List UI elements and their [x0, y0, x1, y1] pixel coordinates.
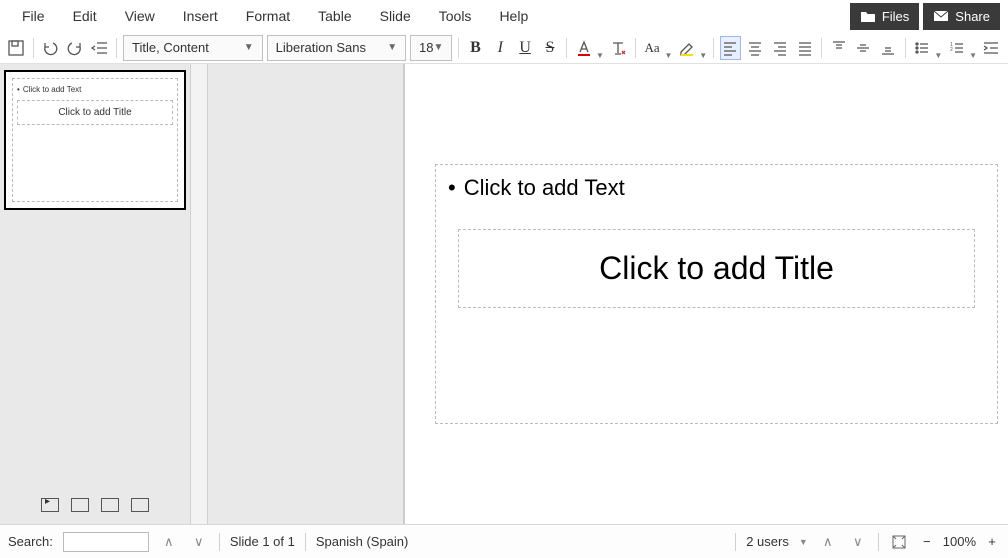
menu-format[interactable]: Format	[232, 2, 304, 30]
increase-indent-button[interactable]	[981, 36, 1002, 60]
normal-view-button[interactable]	[41, 498, 59, 512]
save-button[interactable]	[6, 36, 27, 60]
slide-canvas[interactable]: Click to add Text Click to add Title	[404, 64, 1008, 524]
share-button[interactable]: Share	[923, 3, 1000, 30]
user-prev-button[interactable]: ∧	[818, 532, 838, 552]
vertical-align-middle-button[interactable]	[853, 36, 874, 60]
chevron-down-icon[interactable]: ▼	[799, 537, 808, 547]
menu-edit[interactable]: Edit	[59, 2, 111, 30]
outline-view-button[interactable]	[71, 498, 89, 512]
content-placeholder-text: Click to add Text	[448, 175, 985, 201]
zoom-in-button[interactable]: +	[984, 534, 1000, 549]
menu-insert[interactable]: Insert	[169, 2, 232, 30]
envelope-icon	[933, 10, 949, 22]
bullet-list-button[interactable]	[912, 36, 933, 60]
font-color-button[interactable]	[573, 36, 594, 60]
chevron-down-icon[interactable]: ▼	[664, 51, 672, 63]
numbered-list-button[interactable]: 12	[946, 36, 967, 60]
chevron-down-icon[interactable]: ▼	[596, 51, 604, 63]
menu-view[interactable]: View	[111, 2, 169, 30]
bold-button[interactable]: B	[465, 36, 486, 60]
slide-thumbnail-panel: Click to add Text Click to add Title	[0, 64, 190, 524]
align-justify-button[interactable]	[795, 36, 816, 60]
align-left-button[interactable]	[720, 36, 741, 60]
zoom-level[interactable]: 100%	[943, 534, 976, 549]
highlight-color-button[interactable]	[676, 36, 697, 60]
redo-button[interactable]	[65, 36, 86, 60]
undo-button[interactable]	[40, 36, 61, 60]
menu-tools[interactable]: Tools	[425, 2, 486, 30]
slide-thumbnail-1[interactable]: Click to add Text Click to add Title	[4, 70, 186, 210]
user-next-button[interactable]: ∨	[848, 532, 868, 552]
title-placeholder[interactable]: Click to add Title	[458, 229, 975, 308]
svg-text:2: 2	[950, 47, 953, 53]
slide-counter: Slide 1 of 1	[230, 534, 295, 549]
menu-file[interactable]: File	[8, 2, 59, 30]
font-size-select[interactable]: 18 ▼	[410, 35, 452, 61]
document-language[interactable]: Spanish (Spain)	[316, 534, 409, 549]
search-next-button[interactable]: ∨	[189, 532, 209, 552]
decrease-indent-button[interactable]	[89, 36, 110, 60]
presentation-view-button[interactable]	[131, 498, 149, 512]
canvas-margin	[208, 64, 404, 524]
fit-slide-button[interactable]	[889, 532, 909, 552]
chevron-down-icon: ▼	[433, 42, 443, 53]
user-count[interactable]: 2 users	[746, 534, 789, 549]
thumbnail-title-placeholder: Click to add Title	[17, 100, 173, 125]
slide-sorter-view-button[interactable]	[101, 498, 119, 512]
vertical-ruler	[190, 64, 208, 524]
underline-button[interactable]: U	[515, 36, 536, 60]
font-size-value: 18	[419, 40, 433, 55]
align-right-button[interactable]	[770, 36, 791, 60]
chevron-down-icon[interactable]: ▼	[699, 51, 707, 63]
change-case-button[interactable]: Aa	[642, 36, 663, 60]
slide-layout-value: Title, Content	[132, 40, 209, 55]
font-family-select[interactable]: Liberation Sans ▼	[267, 35, 407, 61]
search-prev-button[interactable]: ∧	[159, 532, 179, 552]
workspace: Click to add Text Click to add Title Cli…	[0, 64, 1008, 524]
chevron-down-icon[interactable]: ▼	[934, 51, 942, 63]
align-center-button[interactable]	[745, 36, 766, 60]
italic-button[interactable]: I	[490, 36, 511, 60]
share-button-label: Share	[955, 9, 990, 24]
zoom-controls: − 100% +	[919, 534, 1000, 549]
menu-bar: File Edit View Insert Format Table Slide…	[0, 0, 1008, 32]
menu-slide[interactable]: Slide	[366, 2, 425, 30]
files-button[interactable]: Files	[850, 3, 919, 30]
chevron-down-icon: ▼	[387, 42, 397, 53]
chevron-down-icon[interactable]: ▼	[969, 51, 977, 63]
clear-formatting-button[interactable]	[608, 36, 629, 60]
zoom-out-button[interactable]: −	[919, 534, 935, 549]
status-bar: Search: ∧ ∨ Slide 1 of 1 Spanish (Spain)…	[0, 524, 1008, 558]
menu-help[interactable]: Help	[485, 2, 542, 30]
slide-layout-select[interactable]: Title, Content ▼	[123, 35, 263, 61]
thumbnail-content: Click to add Text Click to add Title	[12, 78, 178, 202]
content-placeholder[interactable]: Click to add Text Click to add Title	[435, 164, 998, 424]
thumbnail-text-placeholder: Click to add Text	[17, 85, 173, 94]
search-label: Search:	[8, 534, 53, 549]
font-family-value: Liberation Sans	[276, 40, 366, 55]
chevron-down-icon: ▼	[244, 42, 254, 53]
formatting-toolbar: Title, Content ▼ Liberation Sans ▼ 18 ▼ …	[0, 32, 1008, 64]
vertical-align-top-button[interactable]	[828, 36, 849, 60]
view-mode-buttons	[4, 492, 186, 518]
menu-table[interactable]: Table	[304, 2, 365, 30]
strikethrough-button[interactable]: S	[540, 36, 561, 60]
search-input[interactable]	[63, 532, 149, 552]
header-action-buttons: Files Share	[850, 3, 1000, 30]
files-button-label: Files	[882, 9, 909, 24]
vertical-align-bottom-button[interactable]	[878, 36, 899, 60]
folder-icon	[860, 9, 876, 23]
